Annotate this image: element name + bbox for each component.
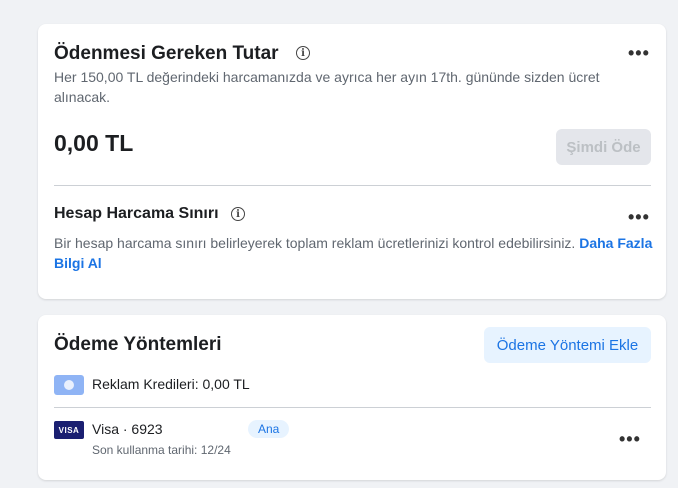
ad-credits-text: Reklam Kredileri: 0,00 TL bbox=[92, 376, 250, 392]
amount-due-card: Ödenmesi Gereken Tutar i ••• Her 150,00 … bbox=[38, 24, 666, 299]
payment-methods-title: Ödeme Yöntemleri bbox=[54, 334, 222, 355]
more-dots-icon[interactable]: ••• bbox=[628, 208, 650, 226]
primary-badge: Ana bbox=[248, 420, 290, 438]
ad-credit-icon bbox=[54, 375, 84, 395]
add-payment-method-button[interactable]: Ödeme Yöntemi Ekle bbox=[484, 327, 651, 363]
payment-methods-card: Ödeme Yöntemleri Ödeme Yöntemi Ekle Rekl… bbox=[38, 315, 666, 480]
pay-now-button[interactable]: Şimdi Öde bbox=[556, 129, 651, 165]
amount-due-description: Her 150,00 TL değerindeki harcamanızda v… bbox=[54, 69, 600, 105]
info-icon[interactable]: i bbox=[296, 46, 310, 60]
spending-limit-text: Bir hesap harcama sınırı belirleyerek to… bbox=[54, 235, 576, 251]
spending-limit-description: Bir hesap harcama sınırı belirleyerek to… bbox=[54, 233, 654, 273]
divider bbox=[54, 185, 651, 186]
visa-logo-icon: VISA bbox=[54, 421, 84, 439]
card-name: Visa · 6923 bbox=[92, 421, 163, 437]
more-dots-icon[interactable]: ••• bbox=[628, 44, 650, 62]
more-dots-icon[interactable]: ••• bbox=[619, 430, 641, 448]
card-expiry: Son kullanma tarihi: 12/24 bbox=[92, 443, 231, 457]
amount-due-title: Ödenmesi Gereken Tutar bbox=[54, 43, 279, 64]
info-icon[interactable]: i bbox=[231, 207, 245, 221]
divider bbox=[54, 407, 651, 408]
amount-due-value: 0,00 TL bbox=[54, 130, 134, 156]
spending-limit-title: Hesap Harcama Sınırı bbox=[54, 205, 219, 222]
